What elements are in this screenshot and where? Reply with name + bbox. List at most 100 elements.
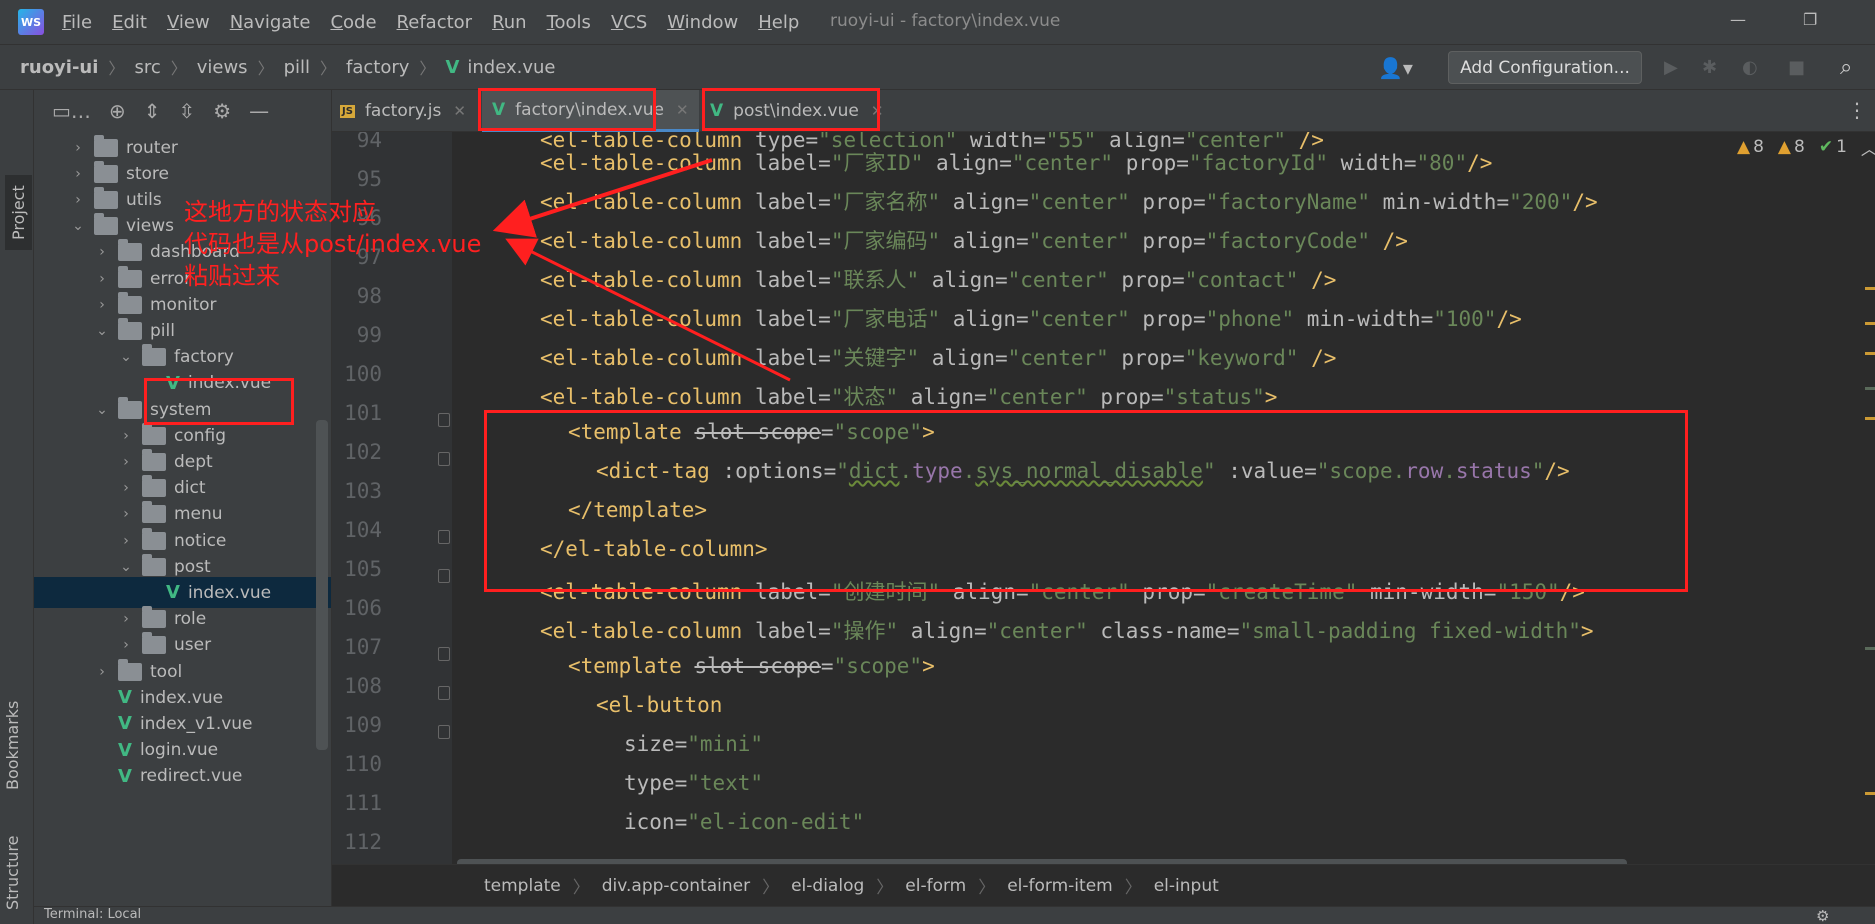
chevron-right-icon: 〉 (572, 878, 590, 898)
breadcrumb-views[interactable]: views (197, 57, 248, 78)
tree-item[interactable]: Vredirect.vue (34, 761, 331, 792)
menu-refactor[interactable]: Refactor (397, 12, 473, 33)
minimize-icon[interactable]: — (1730, 10, 1746, 29)
chevron-right-icon[interactable]: › (92, 244, 112, 260)
bookmarks-tool-tab[interactable]: Bookmarks (3, 701, 22, 790)
panel-layout-icon[interactable]: ▭… (52, 99, 91, 123)
structure-tool-tab[interactable]: Structure (3, 836, 22, 910)
debug-icon[interactable]: ✱ (1702, 57, 1717, 78)
line-number: 94 (356, 132, 382, 152)
tree-item-label: pill (150, 320, 175, 341)
menu-navigate[interactable]: Navigate (230, 12, 311, 33)
menu-window[interactable]: Window (667, 12, 738, 33)
stripe-mark[interactable] (1865, 352, 1875, 355)
stripe-mark[interactable] (1865, 387, 1875, 390)
chevron-down-icon[interactable]: ⌄ (68, 218, 88, 234)
editor-crumb-form-item[interactable]: el-form-item (1007, 876, 1113, 896)
breadcrumb-file[interactable]: index.vue (467, 57, 555, 78)
chevron-right-icon[interactable]: › (116, 637, 136, 653)
add-configuration-button[interactable]: Add Configuration... (1448, 51, 1642, 84)
stripe-mark[interactable] (1865, 647, 1875, 650)
fold-marker-icon[interactable] (438, 686, 450, 700)
run-icon[interactable]: ▶ (1664, 57, 1678, 78)
chevron-right-icon[interactable]: › (116, 428, 136, 444)
chevron-right-icon[interactable]: › (68, 166, 88, 182)
tree-item-label: dept (174, 451, 213, 472)
breadcrumb-factory[interactable]: factory (346, 57, 409, 78)
restore-icon[interactable]: ❐ (1803, 10, 1817, 29)
chevron-right-icon[interactable]: › (116, 506, 136, 522)
more-tabs-icon[interactable]: ⋮ (1847, 98, 1867, 122)
user-account-icon[interactable]: 👤▾ (1378, 56, 1413, 80)
fold-marker-icon[interactable] (438, 413, 450, 427)
locate-file-icon[interactable]: ⊕ (109, 99, 126, 123)
tree-scrollbar[interactable] (316, 420, 328, 750)
menu-edit[interactable]: Edit (112, 12, 147, 33)
collapse-all-icon[interactable]: ⇳ (178, 99, 195, 123)
folder-icon (142, 501, 166, 524)
menu-view[interactable]: View (167, 12, 210, 33)
stop-icon[interactable]: ■ (1788, 57, 1805, 78)
menu-run[interactable]: Run (492, 12, 527, 33)
gear-icon[interactable]: ⚙ (1816, 907, 1829, 924)
menu-file[interactable]: File (62, 12, 92, 33)
gear-icon[interactable]: ⚙ (213, 99, 231, 123)
chevron-right-icon[interactable]: › (92, 664, 112, 680)
hide-panel-icon[interactable]: — (249, 99, 269, 123)
menu-help[interactable]: Help (758, 12, 799, 33)
editor-crumb-template[interactable]: template (484, 876, 561, 896)
chevron-down-icon[interactable]: ⌄ (116, 559, 136, 575)
menu-tools[interactable]: Tools (547, 12, 591, 33)
chevron-right-icon[interactable]: › (68, 140, 88, 156)
project-tool-tab[interactable]: Project (5, 175, 32, 250)
fold-marker-icon[interactable] (438, 647, 450, 661)
chevron-down-icon[interactable]: ⌄ (92, 402, 112, 418)
chevron-right-icon[interactable]: › (68, 192, 88, 208)
folder-icon (94, 213, 118, 236)
menu-vcs[interactable]: VCS (611, 12, 647, 33)
coverage-icon[interactable]: ◐ (1742, 57, 1758, 78)
code-line-111: type="text" (624, 771, 764, 795)
stripe-mark[interactable] (1865, 417, 1875, 420)
warning-icon: ▲ (1737, 137, 1751, 157)
line-number: 107 (344, 635, 382, 659)
stripe-mark[interactable] (1865, 287, 1875, 290)
stripe-mark[interactable] (1865, 792, 1875, 795)
tree-item-label: monitor (150, 294, 217, 315)
inspection-widget[interactable]: ▲ 8 ▲ 8 ✔ 1 ︿ ﹀ (1737, 132, 1875, 162)
search-icon[interactable]: ⌕ (1840, 55, 1852, 80)
tab-factory-js[interactable]: JS factory.js ✕ (340, 90, 466, 132)
breadcrumb-pill[interactable]: pill (284, 57, 310, 78)
terminal-tab[interactable]: Terminal: Local (44, 907, 141, 922)
editor-crumb-dialog[interactable]: el-dialog (791, 876, 864, 896)
chevron-right-icon[interactable]: › (92, 271, 112, 287)
editor-crumb-form[interactable]: el-form (905, 876, 966, 896)
code-line-108: <template slot-scope="scope"> (568, 654, 935, 678)
stripe-mark[interactable] (1865, 322, 1875, 325)
expand-all-icon[interactable]: ⇕ (144, 99, 161, 123)
fold-marker-icon[interactable] (438, 530, 450, 544)
close-icon[interactable]: ✕ (453, 102, 466, 120)
menu-code[interactable]: Code (330, 12, 376, 33)
chevron-right-icon[interactable]: › (116, 533, 136, 549)
editor-crumb-div[interactable]: div.app-container (602, 876, 750, 896)
code-line-101: <el-table-column label="状态" align="cente… (540, 385, 1278, 409)
folder-icon (142, 475, 166, 498)
breadcrumb-project[interactable]: ruoyi-ui (20, 57, 98, 78)
folder-icon (118, 658, 142, 681)
breadcrumb-src[interactable]: src (134, 57, 160, 78)
chevron-down-icon[interactable]: ⌄ (116, 349, 136, 365)
chevron-right-icon[interactable]: › (92, 297, 112, 313)
chevron-right-icon[interactable]: › (116, 454, 136, 470)
fold-marker-icon[interactable] (438, 452, 450, 466)
chevron-right-icon[interactable]: › (116, 480, 136, 496)
chevron-down-icon[interactable]: ⌄ (92, 323, 112, 339)
chevron-right-icon[interactable]: › (116, 611, 136, 627)
fold-marker-icon[interactable] (438, 569, 450, 583)
tab-label: factory.js (364, 101, 442, 121)
fold-marker-icon[interactable] (438, 725, 450, 739)
error-stripe[interactable] (1865, 132, 1875, 852)
close-icon[interactable]: ✕ (676, 101, 689, 119)
folder-icon (118, 291, 142, 314)
editor-crumb-input[interactable]: el-input (1154, 876, 1219, 896)
